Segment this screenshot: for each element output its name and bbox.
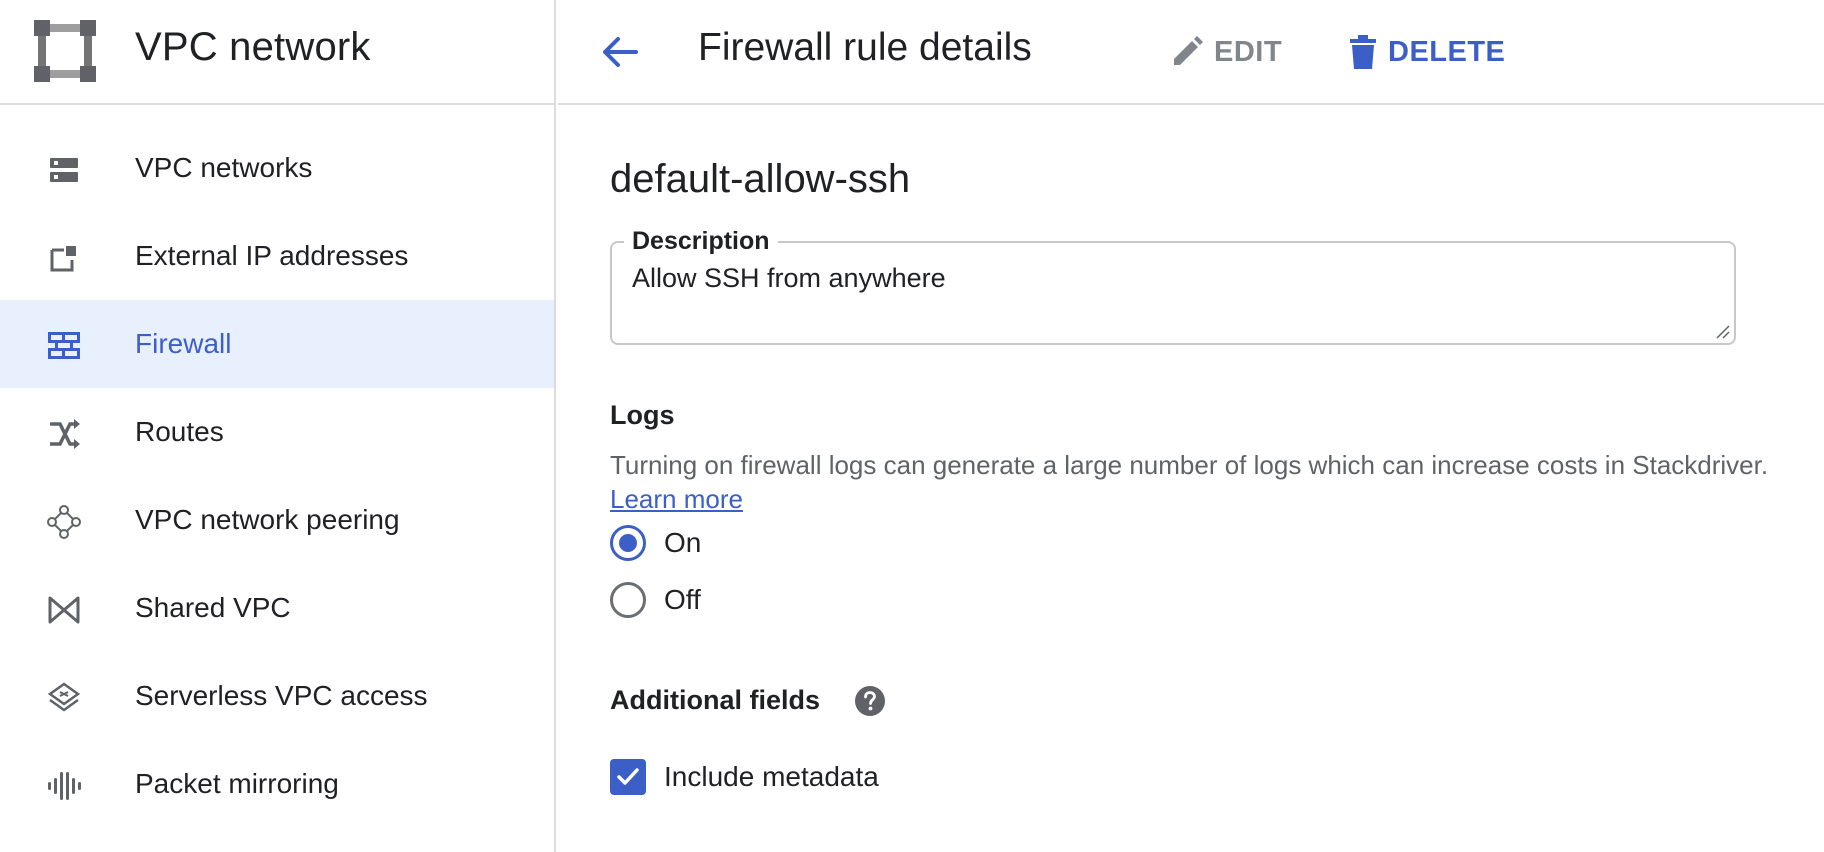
vpc-networks-icon (50, 158, 78, 182)
sidebar-nav: VPC networks External IP addresses Firew… (0, 124, 554, 828)
back-arrow-icon[interactable] (598, 30, 642, 74)
description-label: Description (624, 227, 778, 256)
include-metadata-label: Include metadata (664, 761, 879, 792)
sidebar-title: VPC network (135, 25, 371, 69)
firewall-icon (48, 332, 80, 359)
sidebar-item-label: VPC networks (135, 152, 313, 183)
description-value: Allow SSH from anywhere (632, 263, 946, 293)
top-bar: Firewall rule details EDIT DELETE (558, 0, 1824, 105)
shared-vpc-icon (48, 596, 80, 624)
edit-button[interactable]: EDIT (1170, 30, 1282, 74)
sidebar-item-label: Shared VPC (135, 592, 291, 623)
radio-selected-icon[interactable] (610, 525, 646, 561)
sidebar-item-packet-mirroring[interactable]: Packet mirroring (0, 740, 554, 828)
page-title: Firewall rule details (698, 26, 1032, 69)
logs-heading: Logs (610, 400, 675, 430)
logs-on-radio[interactable]: On (610, 523, 701, 563)
sidebar-header: VPC network (0, 0, 554, 105)
checkbox-checked-icon[interactable] (610, 759, 646, 795)
radio-unselected-icon[interactable] (610, 582, 646, 618)
app-window: VPC network VPC networks External IP add… (0, 0, 1824, 852)
include-metadata-checkbox[interactable]: Include metadata (610, 757, 879, 797)
delete-button[interactable]: DELETE (1348, 30, 1505, 74)
peering-icon (47, 505, 81, 539)
radio-label-off: Off (664, 584, 701, 615)
sidebar: VPC network VPC networks External IP add… (0, 0, 556, 852)
rule-name: default-allow-ssh (610, 157, 911, 201)
sidebar-item-label: Packet mirroring (135, 768, 339, 799)
packet-mirroring-icon (48, 772, 81, 800)
pencil-icon (1174, 36, 1203, 65)
additional-fields-heading: Additional fields (610, 685, 821, 715)
sidebar-item-label: Firewall (135, 328, 232, 359)
sidebar-item-routes[interactable]: Routes (0, 388, 554, 476)
description-field[interactable]: Description Allow SSH from anywhere (610, 227, 1736, 345)
routes-icon (50, 419, 80, 449)
checkmark-icon (617, 768, 639, 785)
sidebar-item-label: Serverless VPC access (135, 680, 428, 711)
sidebar-item-peering[interactable]: VPC network peering (0, 476, 554, 564)
sidebar-item-label: Routes (135, 416, 224, 447)
delete-label: DELETE (1388, 35, 1506, 68)
sidebar-item-label: VPC network peering (135, 504, 400, 535)
sidebar-item-vpc-networks[interactable]: VPC networks (0, 124, 554, 212)
sidebar-item-firewall[interactable]: Firewall (0, 300, 554, 388)
sidebar-item-external-ip[interactable]: External IP addresses (0, 212, 554, 300)
serverless-vpc-icon (47, 682, 81, 712)
edit-label: EDIT (1214, 35, 1283, 68)
logs-off-radio[interactable]: Off (610, 580, 701, 620)
learn-more-link[interactable]: Learn more (610, 484, 743, 514)
external-ip-icon (50, 246, 76, 272)
sidebar-item-serverless-vpc[interactable]: Serverless VPC access (0, 652, 554, 740)
help-icon[interactable] (854, 685, 886, 717)
radio-label-on: On (664, 527, 702, 558)
vpc-network-logo (34, 20, 96, 82)
rule-details: default-allow-ssh Description Allow SSH … (610, 105, 1790, 852)
resize-handle-icon[interactable] (1714, 323, 1730, 339)
logs-description-text: Turning on firewall logs can generate a … (610, 450, 1769, 480)
logs-description: Turning on firewall logs can generate a … (610, 448, 1770, 516)
sidebar-item-shared-vpc[interactable]: Shared VPC (0, 564, 554, 652)
trash-icon (1350, 35, 1376, 69)
sidebar-item-label: External IP addresses (135, 240, 409, 271)
